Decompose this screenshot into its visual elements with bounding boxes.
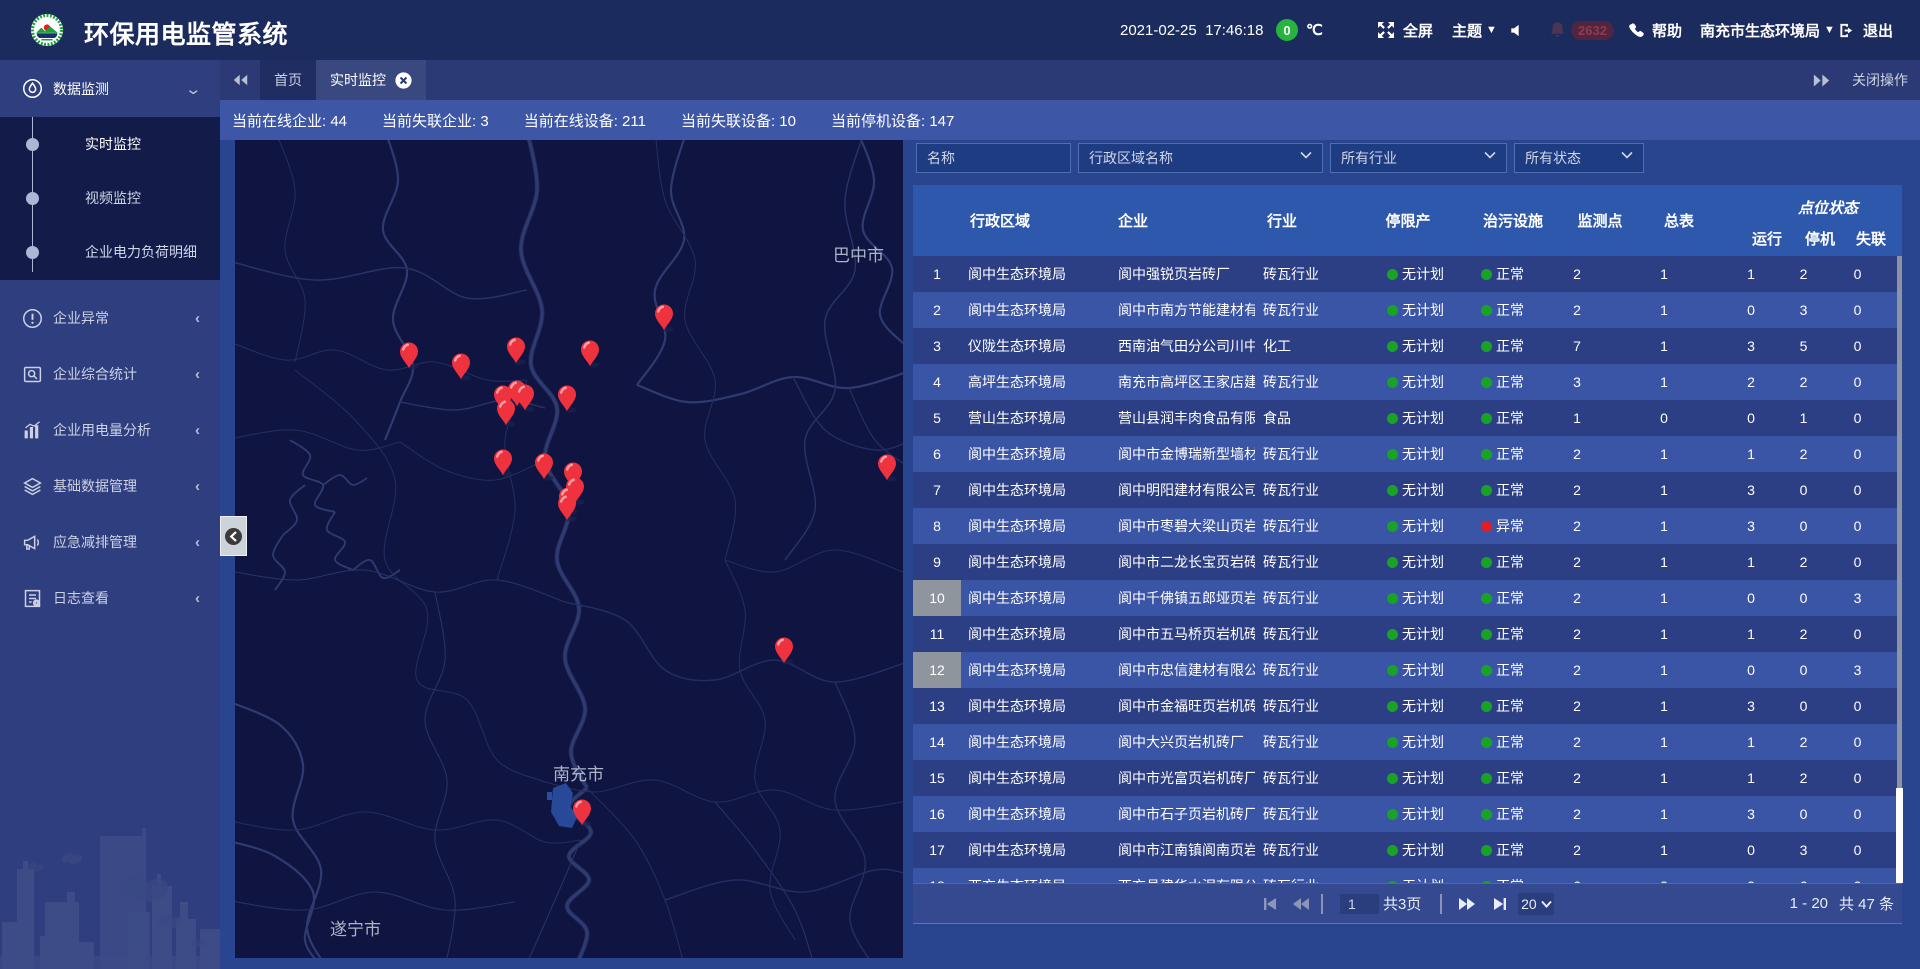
svg-text:遂宁市: 遂宁市	[330, 920, 381, 939]
svg-text:巴中市: 巴中市	[833, 246, 884, 265]
svg-text:南充市: 南充市	[553, 765, 604, 784]
